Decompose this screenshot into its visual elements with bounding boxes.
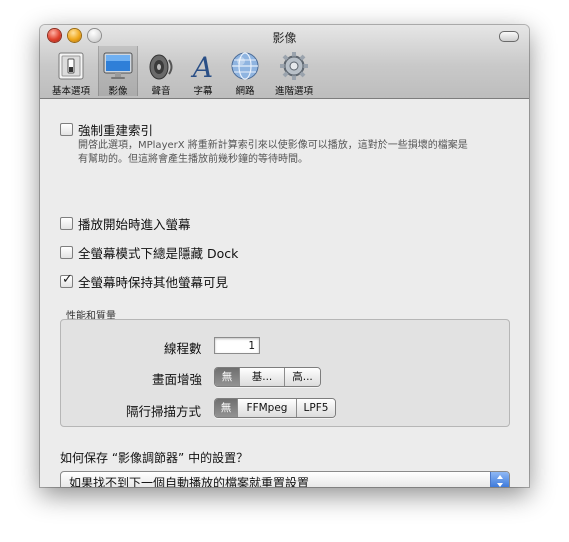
popup-arrows-icon <box>490 472 509 487</box>
deinterlace-segmented-control: 無 FFMpeg LPF5 <box>214 398 336 418</box>
gear-icon <box>280 52 308 80</box>
font-icon: A <box>190 51 213 82</box>
hide-dock-label: 全螢幕模式下總是隱藏 Dock <box>78 246 239 261</box>
toolbar-item-label: 影像 <box>108 86 128 97</box>
deinterlace-ffmpeg-segment[interactable]: FFMpeg <box>238 399 297 417</box>
save-settings-question: 如何保存 “影像調節器” 中的設置？ <box>60 451 249 465</box>
speaker-icon <box>149 54 173 80</box>
toolbar-item-label: 網路 <box>235 86 255 97</box>
threads-input[interactable]: 1 <box>214 337 260 354</box>
keep-other-screens-label: 全螢幕時保持其他螢幕可見 <box>78 275 229 290</box>
threads-label: 線程數 <box>164 341 202 356</box>
enhance-basic-segment[interactable]: 基... <box>240 368 285 386</box>
keep-other-screens-checkbox[interactable] <box>60 272 73 288</box>
enhance-label: 畫面增強 <box>152 372 203 387</box>
toolbar-item-subtitles[interactable]: A 字幕 <box>183 46 223 97</box>
force-rebuild-index-description: 開啓此選項，MPlayerX 將重新計算索引來以使影像可以播放，這對於一些損壞的… <box>78 139 518 167</box>
deinterlace-none-segment[interactable]: 無 <box>215 399 238 417</box>
description-line: 有幫助的。但這將會產生播放前幾秒鐘的等待時間。 <box>78 154 308 165</box>
save-settings-selected: 如果找不到下一個自動播放的檔案就重置設置 <box>69 476 310 487</box>
toolbar-item-label: 基本選項 <box>51 86 90 97</box>
toolbar-item-label: 聲音 <box>151 86 171 97</box>
hide-dock-checkbox[interactable] <box>60 246 73 259</box>
fullscreen-on-start-label: 播放開始時進入螢幕 <box>78 217 191 232</box>
enhance-segmented-control: 無 基... 高... <box>214 367 321 387</box>
toolbar-item-label: 字幕 <box>193 86 213 97</box>
enhance-none-segment[interactable]: 無 <box>215 368 240 386</box>
fullscreen-on-start-checkbox[interactable] <box>60 217 73 230</box>
toolbar-item-advanced[interactable]: 進階選項 <box>268 46 320 97</box>
globe-icon <box>231 52 259 80</box>
description-line: 開啓此選項，MPlayerX 將重新計算索引來以使影像可以播放，這對於一些損壞的… <box>78 140 468 151</box>
window-title: 影像 <box>272 31 297 45</box>
toolbar: 影像 基本選項 影像 聲音 A 字幕 網路 進階選項 <box>40 25 529 99</box>
switch-icon <box>58 52 84 80</box>
svg-text:A: A <box>190 51 213 82</box>
toolbar-toggle-button[interactable] <box>499 31 519 42</box>
toolbar-item-label: 進階選項 <box>274 86 313 97</box>
content-pane: 強制重建索引 開啓此選項，MPlayerX 將重新計算索引來以使影像可以播放，這… <box>40 99 529 487</box>
deinterlace-label: 隔行掃描方式 <box>126 404 202 419</box>
force-rebuild-index-checkbox[interactable] <box>60 123 73 136</box>
preferences-window: 影像 基本選項 影像 聲音 A 字幕 網路 進階選項 強制重建索引 開啓此選項，… <box>40 25 529 487</box>
monitor-icon <box>103 52 133 79</box>
deinterlace-lpf5-segment[interactable]: LPF5 <box>297 399 335 417</box>
toolbar-item-general[interactable]: 基本選項 <box>46 46 96 97</box>
save-settings-popup[interactable]: 如果找不到下一個自動播放的檔案就重置設置 <box>60 471 510 487</box>
enhance-high-segment[interactable]: 高... <box>285 368 320 386</box>
toolbar-item-network[interactable]: 網路 <box>225 46 265 97</box>
toolbar-item-video[interactable]: 影像 <box>98 46 138 97</box>
toolbar-item-audio[interactable]: 聲音 <box>141 46 181 97</box>
force-rebuild-index-label: 強制重建索引 <box>78 123 154 138</box>
